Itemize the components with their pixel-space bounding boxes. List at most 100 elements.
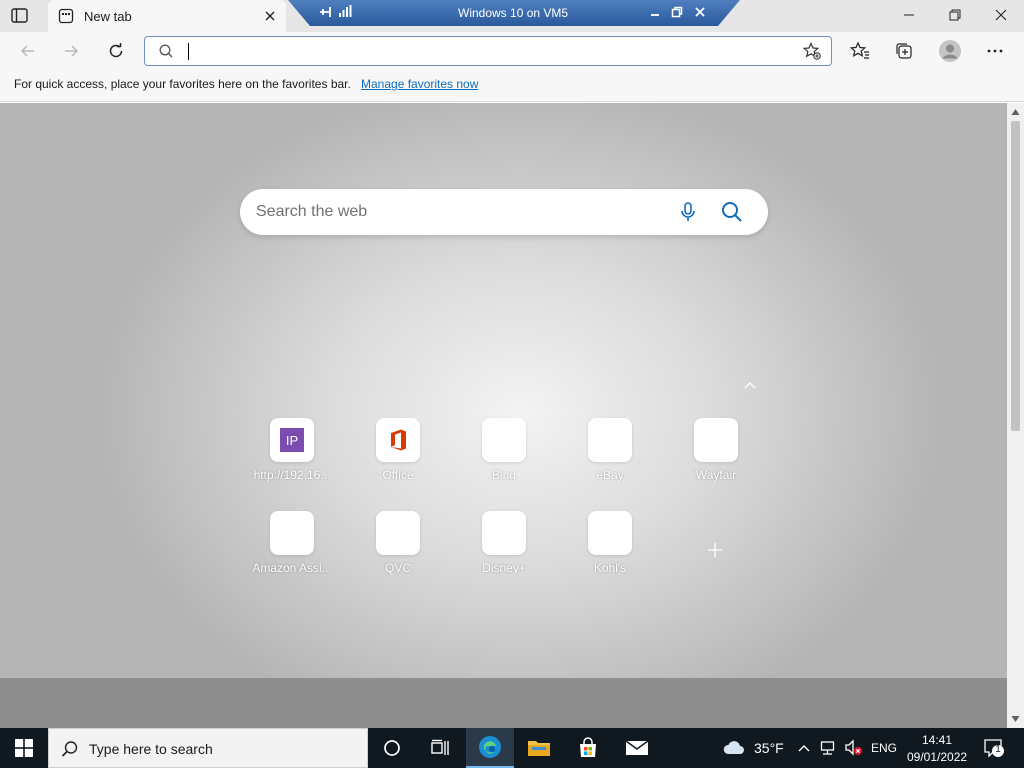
feed-area xyxy=(0,678,1007,728)
taskbar-search-icon xyxy=(61,740,79,761)
favorites-bar-message: For quick access, place your favorites h… xyxy=(14,77,351,91)
vm-minimize-icon[interactable] xyxy=(648,5,662,22)
scroll-up-icon[interactable] xyxy=(1011,108,1020,116)
back-arrow-icon xyxy=(20,45,34,57)
quick-link-tile[interactable]: Bing xyxy=(464,406,544,486)
collections-button[interactable] xyxy=(889,36,919,66)
settings-more-button[interactable] xyxy=(980,36,1010,66)
quick-link-label: Amazon Assi... xyxy=(252,561,332,575)
pin-icon[interactable] xyxy=(318,4,334,23)
favorites-bar: For quick access, place your favorites h… xyxy=(0,70,1024,102)
quick-link-tile[interactable]: QVC xyxy=(358,499,438,579)
new-tab-page: Search the web IP http://192.16... Offic… xyxy=(0,103,1007,678)
ip-icon: IP xyxy=(270,418,314,462)
collections-icon xyxy=(896,43,912,59)
quick-link-label: Kohl's xyxy=(593,561,627,575)
vm-connection-bar: Windows 10 on VM5 xyxy=(288,0,740,26)
manage-favorites-link[interactable]: Manage favorites now xyxy=(361,77,478,91)
close-tab-icon[interactable] xyxy=(262,8,278,24)
quick-link-label: Office xyxy=(382,468,414,482)
volume-muted-icon[interactable] xyxy=(844,739,864,760)
taskbar-search-box[interactable]: Type here to search xyxy=(48,728,368,768)
collapse-chevron-icon[interactable] xyxy=(742,379,758,391)
bing-icon xyxy=(482,418,526,462)
quick-link-tile[interactable]: Kohl's xyxy=(570,499,650,579)
favorites-icon xyxy=(850,41,869,59)
folder-icon xyxy=(528,741,550,756)
weather-cloud-icon[interactable] xyxy=(722,738,746,761)
quick-link-tile[interactable]: IP http://192.16... xyxy=(252,406,332,486)
quick-link-tile[interactable]: Amazon Assi... xyxy=(252,499,332,579)
qvc-icon xyxy=(376,511,420,555)
forward-button[interactable] xyxy=(56,36,86,66)
quick-link-label: Disney+ xyxy=(482,561,526,575)
more-icon xyxy=(987,49,1003,53)
microphone-icon[interactable] xyxy=(678,201,698,223)
cortana-button[interactable] xyxy=(368,728,416,768)
minimize-button[interactable] xyxy=(886,0,932,30)
quick-link-label: http://192.16... xyxy=(253,468,331,482)
refresh-icon xyxy=(109,43,123,58)
quick-link-label: Wayfair xyxy=(695,468,737,482)
navigation-bar xyxy=(0,32,1024,70)
favorites-button[interactable] xyxy=(845,36,875,66)
close-icon xyxy=(995,9,1007,21)
quick-link-label: eBay xyxy=(596,468,624,482)
amazon-icon xyxy=(270,511,314,555)
taskbar: Type here to search 35°F ENG 14:41 09/01… xyxy=(0,728,1024,768)
page-scrollbar[interactable] xyxy=(1007,103,1024,728)
show-hidden-icons-chevron-icon[interactable] xyxy=(797,741,811,756)
avatar-icon xyxy=(939,40,961,62)
quick-link-label: QVC xyxy=(384,561,411,575)
ip-badge: IP xyxy=(280,428,304,452)
search-placeholder: Search the web xyxy=(256,203,368,220)
quick-link-tile[interactable]: Wayfair xyxy=(676,406,756,486)
scroll-down-icon[interactable] xyxy=(1011,715,1020,723)
weather-temperature[interactable]: 35°F xyxy=(754,740,784,756)
network-icon[interactable] xyxy=(820,740,838,759)
address-bar[interactable] xyxy=(144,36,832,66)
office-icon xyxy=(376,418,420,462)
minimize-icon xyxy=(904,14,914,16)
store-icon xyxy=(580,737,596,757)
close-window-button[interactable] xyxy=(978,0,1024,30)
start-button[interactable] xyxy=(0,728,48,768)
vm-restore-icon[interactable] xyxy=(670,5,684,22)
text-caret xyxy=(188,43,189,60)
edge-icon xyxy=(479,736,501,758)
cortana-icon xyxy=(384,740,400,756)
input-language[interactable]: ENG xyxy=(871,741,897,755)
clock-date[interactable]: 09/01/2022 xyxy=(907,750,967,764)
vm-title: Windows 10 on VM5 xyxy=(458,6,569,20)
mail-button[interactable] xyxy=(613,728,661,768)
edge-taskbar-button[interactable] xyxy=(466,728,514,768)
tab-title: New tab xyxy=(84,9,132,24)
quick-link-tile[interactable]: Disney+ xyxy=(464,499,544,579)
signal-icon xyxy=(338,4,352,21)
windows-logo-icon xyxy=(15,739,33,757)
quick-link-label: Bing xyxy=(491,468,517,482)
title-bar: New tab Windows 10 on VM5 xyxy=(0,0,1024,32)
wayfair-icon xyxy=(694,418,738,462)
profile-button[interactable] xyxy=(935,36,965,66)
tab-actions-icon[interactable] xyxy=(10,7,30,25)
back-button[interactable] xyxy=(13,36,43,66)
quick-link-tile[interactable]: Office xyxy=(358,406,438,486)
tab-new-tab[interactable]: New tab xyxy=(48,0,286,32)
restore-button[interactable] xyxy=(932,0,978,30)
file-explorer-button[interactable] xyxy=(515,728,563,768)
store-button[interactable] xyxy=(564,728,612,768)
web-search-box[interactable]: Search the web xyxy=(240,189,768,235)
notification-count: 1 xyxy=(995,744,1001,755)
search-submit-icon[interactable] xyxy=(720,200,744,224)
mail-icon xyxy=(625,740,649,755)
clock-time[interactable]: 14:41 xyxy=(922,733,952,747)
add-favorite-icon[interactable] xyxy=(802,42,821,63)
task-view-button[interactable] xyxy=(416,728,464,768)
scrollbar-thumb[interactable] xyxy=(1011,121,1020,431)
refresh-button[interactable] xyxy=(101,36,131,66)
new-tab-icon xyxy=(58,8,74,24)
add-site-plus-icon[interactable] xyxy=(705,540,725,560)
vm-close-icon[interactable] xyxy=(693,5,707,22)
quick-link-tile[interactable]: eBay xyxy=(570,406,650,486)
